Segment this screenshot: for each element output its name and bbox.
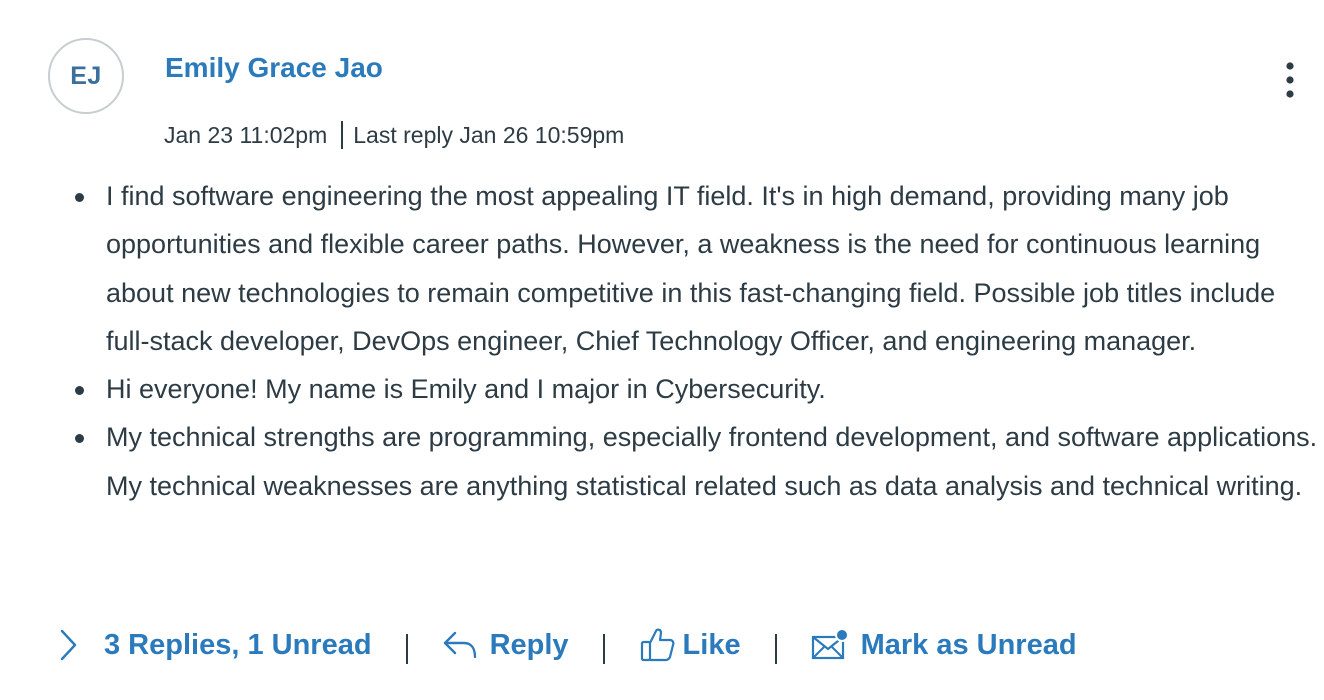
action-divider [602, 634, 605, 664]
avatar[interactable]: EJ [48, 38, 124, 114]
like-label: Like [682, 628, 741, 661]
kebab-menu-icon[interactable] [1276, 60, 1304, 100]
discussion-entry: EJ Emily Grace Jao Jan 23 11:02pm Last r… [0, 0, 1324, 700]
action-bar: 3 Replies, 1 Unread Reply Like Mark as U… [58, 620, 1077, 670]
reply-button[interactable]: Reply [442, 629, 569, 662]
action-divider [405, 634, 408, 664]
post-timestamp: Jan 23 11:02pm [164, 121, 328, 148]
list-item: My technical strengths are programming, … [75, 413, 1318, 510]
last-reply-timestamp: Last reply Jan 26 10:59pm [353, 121, 625, 148]
replies-count-label: 3 Replies, 1 Unread [104, 628, 372, 661]
action-divider [774, 634, 777, 664]
envelope-unread-icon [811, 627, 849, 663]
list-item: I find software engineering the most app… [75, 172, 1318, 365]
author-name-link[interactable]: Emily Grace Jao [165, 52, 383, 84]
post-body: I find software engineering the most app… [66, 172, 1318, 510]
list-item: Hi everyone! My name is Emily and I majo… [75, 365, 1318, 413]
expand-replies-button[interactable]: 3 Replies, 1 Unread [58, 628, 372, 662]
mark-as-unread-button[interactable]: Mark as Unread [811, 627, 1077, 663]
reply-label: Reply [489, 628, 569, 661]
thumbs-up-icon [639, 626, 677, 664]
mark-as-unread-label: Mark as Unread [860, 628, 1077, 661]
chevron-right-icon [58, 628, 78, 662]
post-meta: Jan 23 11:02pm Last reply Jan 26 10:59pm [164, 121, 624, 149]
meta-separator [341, 121, 344, 149]
reply-arrow-icon [442, 629, 478, 661]
like-button[interactable]: Like [639, 626, 741, 664]
bullet-list: I find software engineering the most app… [66, 172, 1318, 510]
